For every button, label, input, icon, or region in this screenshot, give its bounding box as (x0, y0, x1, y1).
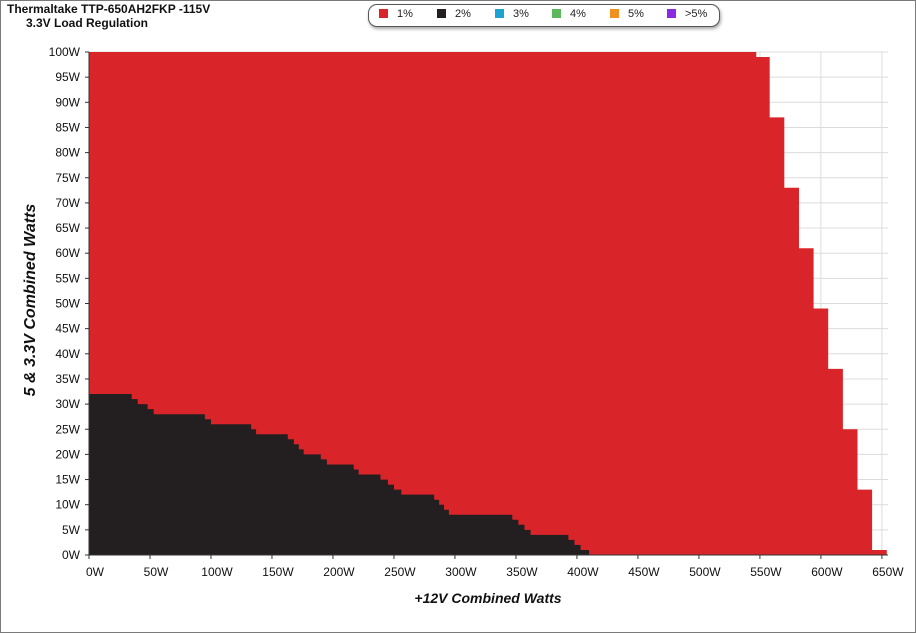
y-tick-label: 65W (55, 221, 80, 235)
y-tick-label: 45W (55, 322, 80, 336)
plot-area: 0W 5W 10W 15W 20W 25W 30W 35W 40W 45W 50W 55W 60W 65W… (49, 45, 905, 579)
x-tick-label: 300W (445, 565, 477, 579)
y-tick-label: 100W (49, 45, 81, 59)
y-tick-label: 75W (55, 171, 80, 185)
x-tick-label: 500W (689, 565, 721, 579)
y-tick-label: 25W (55, 422, 80, 436)
y-tick-label: 30W (55, 397, 80, 411)
y-tick-label: 40W (55, 347, 80, 361)
x-tick-label: 550W (750, 565, 782, 579)
x-tick-label: 250W (384, 565, 416, 579)
x-tick-label: 200W (323, 565, 355, 579)
y-axis-title: 5 & 3.3V Combined Watts (22, 203, 39, 397)
y-tick-label: 55W (55, 271, 80, 285)
y-tick-label: 20W (55, 447, 80, 461)
x-tick-label: 350W (506, 565, 538, 579)
y-tick-label: 5W (62, 523, 81, 537)
y-tick-label: 80W (55, 146, 80, 160)
y-tick-label: 95W (55, 70, 80, 84)
y-tick-label: 85W (55, 120, 80, 134)
x-tick-label: 450W (628, 565, 660, 579)
x-axis-title: +12V Combined Watts (414, 590, 562, 606)
y-tick-label: 60W (55, 246, 80, 260)
x-tick-label: 100W (201, 565, 233, 579)
y-tick-label: 35W (55, 372, 80, 386)
y-tick-label: 0W (62, 548, 81, 562)
y-tick-label: 10W (55, 498, 80, 512)
x-tick-label: 150W (262, 565, 294, 579)
x-tick-label: 650W (872, 565, 904, 579)
y-tick-label: 50W (55, 297, 80, 311)
y-tick-label: 15W (55, 473, 80, 487)
x-tick-label: 600W (811, 565, 843, 579)
x-tick-label: 400W (567, 565, 599, 579)
y-tick-label: 70W (55, 196, 80, 210)
y-tick-label: 90W (55, 95, 80, 109)
x-tick-label: 0W (86, 565, 105, 579)
x-tick-label: 50W (144, 565, 169, 579)
